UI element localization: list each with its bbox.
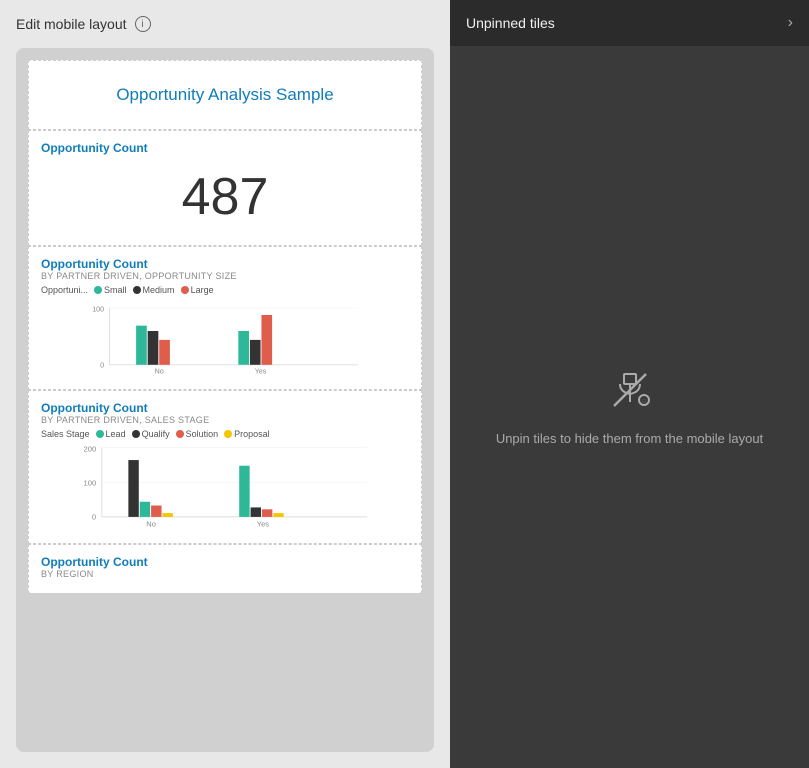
chart2-subtitle: BY PARTNER DRIVEN, SALES STAGE	[41, 415, 409, 425]
chart3-subtitle: BY REGION	[41, 569, 409, 579]
right-header: Unpinned tiles ›	[450, 0, 809, 46]
chart1-subtitle: BY PARTNER DRIVEN, OPPORTUNITY SIZE	[41, 271, 409, 281]
unpinned-title: Unpinned tiles	[466, 15, 555, 31]
legend-medium: Medium	[133, 285, 175, 295]
right-panel: Unpinned tiles › ◌	[450, 0, 809, 768]
svg-text:No: No	[155, 368, 164, 376]
proposal-dot	[224, 430, 232, 438]
chart1-legend-prefix: Opportuni...	[41, 285, 88, 295]
chart2-area: 200 100 0 No Yes	[41, 443, 409, 533]
edit-layout-title: Edit mobile layout	[16, 16, 127, 32]
solution-label: Solution	[186, 429, 219, 439]
svg-text:0: 0	[100, 361, 104, 369]
info-icon[interactable]: i	[135, 16, 151, 32]
report-title: Opportunity Analysis Sample	[41, 71, 409, 119]
chart1-svg: 100 0 No Yes	[41, 299, 409, 379]
lead-dot	[96, 430, 104, 438]
chart3-title: Opportunity Count	[41, 555, 409, 569]
count-value: 487	[41, 159, 409, 231]
chart1-legend: Opportuni... Small Medium Large	[41, 285, 409, 295]
large-dot	[181, 286, 189, 294]
mobile-frame: Opportunity Analysis Sample Opportunity …	[16, 48, 434, 752]
legend-qualify: Qualify	[132, 429, 170, 439]
legend-lead: Lead	[96, 429, 126, 439]
small-label: Small	[104, 285, 127, 295]
small-dot	[94, 286, 102, 294]
right-content: ◌ Unpin tiles to hide them from the mobi…	[450, 46, 809, 768]
chart1-tile[interactable]: Opportunity Count BY PARTNER DRIVEN, OPP…	[28, 246, 422, 390]
unpin-icon: ◌	[606, 366, 654, 414]
medium-dot	[133, 286, 141, 294]
lead-label: Lead	[106, 429, 126, 439]
phone-content: Opportunity Analysis Sample Opportunity …	[28, 60, 422, 593]
svg-text:0: 0	[92, 513, 96, 522]
solution-dot	[176, 430, 184, 438]
legend-small: Small	[94, 285, 127, 295]
svg-text:◌: ◌	[641, 396, 646, 405]
proposal-label: Proposal	[234, 429, 270, 439]
chevron-right-icon[interactable]: ›	[788, 14, 793, 32]
chart1-title: Opportunity Count	[41, 257, 409, 271]
chart2-legend: Sales Stage Lead Qualify Solution	[41, 429, 409, 439]
large-label: Large	[191, 285, 214, 295]
unpin-icon-wrap: ◌	[606, 366, 654, 414]
medium-label: Medium	[143, 285, 175, 295]
svg-text:Yes: Yes	[257, 519, 270, 528]
chart1-area: 100 0 No Yes	[41, 299, 409, 379]
legend-large: Large	[181, 285, 214, 295]
chart2-legend-prefix: Sales Stage	[41, 429, 90, 439]
title-tile[interactable]: Opportunity Analysis Sample	[28, 60, 422, 130]
legend-proposal: Proposal	[224, 429, 270, 439]
chart2-title: Opportunity Count	[41, 401, 409, 415]
unpin-message: Unpin tiles to hide them from the mobile…	[466, 430, 793, 448]
svg-text:Yes: Yes	[255, 368, 267, 376]
chart3-tile[interactable]: Opportunity Count BY REGION	[28, 544, 422, 593]
svg-text:200: 200	[84, 445, 97, 454]
chart2-svg: 200 100 0 No Yes	[41, 443, 409, 533]
legend-solution: Solution	[176, 429, 219, 439]
svg-text:100: 100	[92, 305, 104, 313]
left-panel: Edit mobile layout i Opportunity Analysi…	[0, 0, 450, 768]
count-label: Opportunity Count	[41, 141, 409, 155]
count-tile[interactable]: Opportunity Count 487	[28, 130, 422, 246]
chart2-tile[interactable]: Opportunity Count BY PARTNER DRIVEN, SAL…	[28, 390, 422, 544]
qualify-dot	[132, 430, 140, 438]
left-header: Edit mobile layout i	[16, 16, 434, 32]
svg-text:100: 100	[84, 479, 97, 488]
svg-text:No: No	[146, 519, 156, 528]
qualify-label: Qualify	[142, 429, 170, 439]
